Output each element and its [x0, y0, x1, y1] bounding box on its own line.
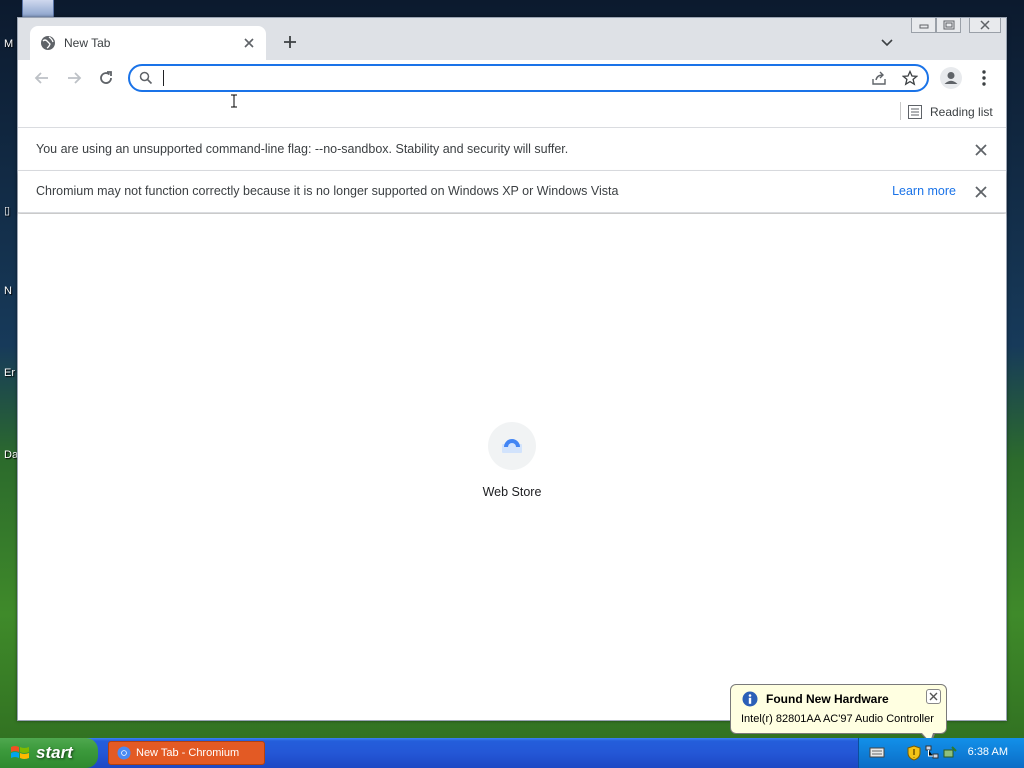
tab-strip: New Tab [18, 18, 1006, 60]
close-tab-icon[interactable] [240, 34, 258, 52]
bookmark-star-icon[interactable] [902, 70, 918, 86]
taskbar-button-chromium[interactable]: New Tab - Chromium [108, 741, 265, 765]
back-arrow-icon[interactable] [32, 68, 52, 88]
balloon-text: Intel(r) 82801AA AC'97 Audio Controller [741, 713, 934, 725]
new-tab-page: Web Store [18, 214, 1006, 720]
close-window-button[interactable] [969, 18, 1001, 33]
learn-more-link[interactable]: Learn more [892, 184, 956, 198]
browser-window: New Tab Reading list You are using an un… [17, 17, 1007, 721]
shortcut-label: Web Store [482, 485, 542, 499]
text-caret [163, 70, 164, 86]
restore-icon [943, 20, 954, 30]
tab-title: New Tab [64, 36, 111, 50]
close-icon[interactable] [974, 185, 988, 199]
clock[interactable]: 6:38 AM [968, 746, 1008, 758]
infobar-message: Chromium may not function correctly beca… [36, 184, 619, 198]
desktop-icon-top[interactable] [22, 0, 54, 18]
bookmarks-bar: Reading list [18, 96, 1006, 128]
desktop-icon-label[interactable]: Er [4, 367, 15, 379]
minimize-button[interactable] [911, 18, 936, 33]
chevron-down-icon[interactable] [879, 34, 895, 50]
desktop-icon-label[interactable]: Da [4, 449, 18, 461]
close-icon [929, 692, 938, 701]
bookmarks-separator [900, 102, 901, 120]
chromium-icon [117, 746, 131, 760]
system-tray: 6:38 AM [858, 738, 1024, 768]
info-icon [742, 691, 758, 707]
windows-flag-icon [11, 746, 29, 759]
more-menu-icon[interactable] [974, 68, 994, 88]
desktop-icon-label[interactable]: N [4, 285, 12, 297]
avatar-icon [944, 72, 958, 84]
web-store-icon [502, 439, 522, 453]
profile-button[interactable] [940, 67, 962, 89]
close-icon[interactable] [974, 143, 988, 157]
desktop-icon-marker[interactable]: ▯ [4, 204, 10, 217]
reload-icon[interactable] [96, 68, 116, 88]
close-icon [980, 20, 990, 30]
search-icon [139, 71, 153, 85]
desktop-icon-label[interactable]: M [4, 38, 13, 50]
forward-arrow-icon[interactable] [64, 68, 84, 88]
restore-button[interactable] [936, 18, 961, 33]
balloon-title: Found New Hardware [766, 692, 889, 706]
network-icon[interactable] [925, 745, 939, 759]
tab-new-tab[interactable]: New Tab [30, 26, 266, 60]
address-input[interactable] [160, 69, 850, 87]
balloon-close-button[interactable] [926, 689, 941, 704]
web-store-icon-circle [488, 422, 536, 470]
security-shield-icon[interactable] [907, 745, 921, 761]
infobar-message: You are using an unsupported command-lin… [36, 142, 569, 156]
minimize-icon [919, 24, 928, 29]
reading-list-button[interactable]: Reading list [908, 102, 993, 122]
safely-remove-hardware-icon[interactable] [943, 745, 957, 759]
hardware-balloon[interactable]: Found New Hardware Intel(r) 82801AA AC'9… [730, 684, 947, 744]
new-tab-icon[interactable] [280, 32, 300, 52]
start-label: start [36, 743, 73, 762]
reading-list-icon [908, 105, 922, 119]
toolbar [18, 60, 1006, 96]
infobar-unsupported-os: Chromium may not function correctly beca… [18, 171, 1006, 213]
address-bar[interactable] [128, 64, 929, 92]
globe-icon [41, 36, 55, 50]
reading-list-label: Reading list [930, 105, 993, 119]
shortcut-tile-web-store[interactable]: Web Store [474, 422, 550, 502]
taskbar: start New Tab - Chromium 6:38 AM [0, 738, 1024, 768]
infobar-sandbox-warning: You are using an unsupported command-lin… [18, 129, 1006, 171]
share-icon[interactable] [871, 70, 887, 86]
taskbar-button-label: New Tab - Chromium [136, 747, 240, 759]
start-button[interactable]: start [0, 738, 98, 768]
text-cursor-icon [231, 94, 237, 108]
keyboard-icon[interactable] [869, 745, 885, 759]
